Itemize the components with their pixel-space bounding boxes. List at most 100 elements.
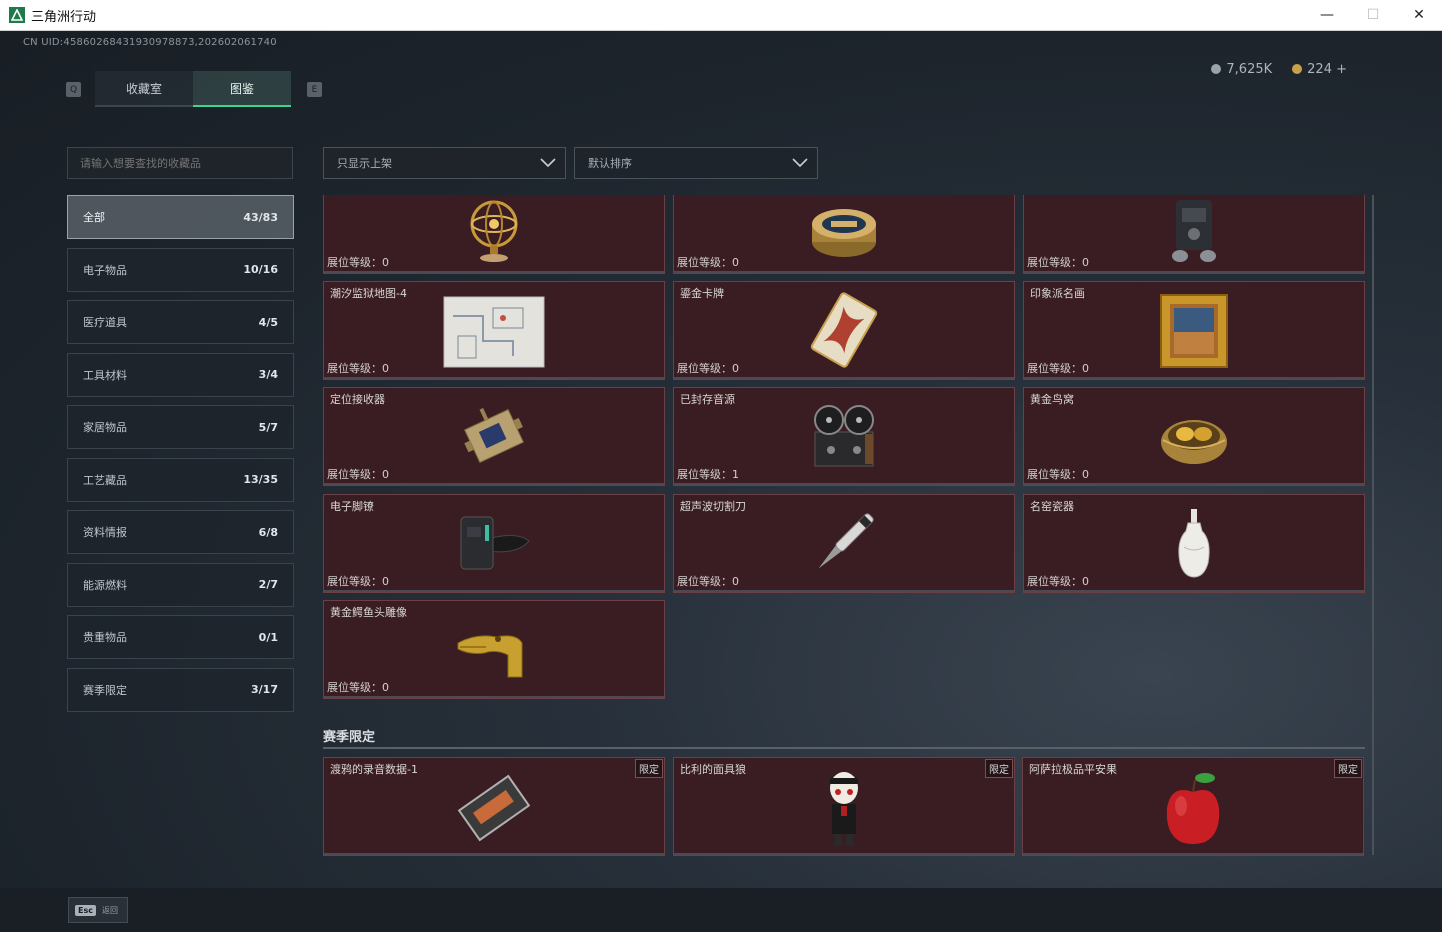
next-tab-key[interactable]: E [307, 82, 322, 97]
item-name: 定位接收器 [330, 393, 385, 406]
item-level: 展位等级：0 [1027, 256, 1089, 269]
item-level: 展位等级：0 [327, 468, 389, 481]
category-label: 医疗道具 [83, 316, 127, 329]
sort-dropdown[interactable]: 默认排序 [574, 147, 818, 179]
item-card[interactable]: 展位等级：0 [673, 195, 1015, 274]
category-label: 能源燃料 [83, 578, 127, 592]
item-name: 黄金鸟窝 [1030, 393, 1074, 406]
item-card[interactable]: 展位等级：0 [323, 195, 665, 274]
tab-catalog[interactable]: 图鉴 [193, 71, 291, 107]
item-name: 名窑瓷器 [1030, 500, 1074, 513]
category-all[interactable]: 全部 43/83 [67, 195, 294, 239]
armillary-sphere-icon [470, 200, 518, 262]
bottom-bar: Esc 返回 [0, 888, 1442, 932]
limited-badge: 限定 [635, 759, 663, 778]
item-card[interactable]: 展位等级：0 [1023, 195, 1365, 274]
shelf-filter-dropdown[interactable]: 只显示上架 [323, 147, 566, 179]
gold-coin-icon [1292, 64, 1303, 74]
category-season[interactable]: 赛季限定 3/17 [67, 667, 294, 712]
category-intel[interactable]: 资料情报 6/8 [67, 510, 294, 554]
prev-tab-key[interactable]: Q [66, 82, 81, 97]
category-medical[interactable]: 医疗道具 4/5 [67, 300, 294, 344]
category-crafts[interactable]: 工艺藏品 13/35 [67, 457, 294, 502]
item-name: 已封存音源 [680, 393, 735, 406]
item-level: 展位等级：0 [1027, 362, 1089, 375]
item-name: 鎏金卡牌 [680, 287, 724, 300]
limited-badge: 限定 [985, 759, 1013, 778]
item-card[interactable]: 超声波切割刀 展位等级：0 [673, 494, 1015, 593]
item-card[interactable]: 印象派名画 展位等级：0 [1023, 281, 1365, 380]
maximize-button[interactable]: ☐ [1350, 0, 1396, 30]
caviar-tin-icon [812, 209, 876, 257]
machine-icon [1172, 200, 1216, 262]
item-card[interactable]: 名窑瓷器 展位等级：0 [1023, 494, 1365, 593]
search-input[interactable] [67, 147, 293, 179]
category-count: 2/7 [258, 578, 278, 591]
item-name: 阿萨拉极品平安果 [1029, 763, 1117, 776]
uid-text: CN UID:45860268431930978873,202602061740 [23, 37, 277, 48]
receiver-icon [463, 407, 525, 464]
window-controls: — ☐ ✕ [1304, 0, 1442, 30]
item-card[interactable]: 电子脚镣 展位等级：0 [323, 494, 665, 593]
season-item-card[interactable]: 渡鸦的录音数据-1 限定 [323, 757, 665, 856]
item-card[interactable]: 潮汐监狱地图-4 展位等级：0 [323, 281, 665, 380]
category-count: 3/17 [251, 683, 278, 696]
collection-screen: CN UID:45860268431930978873,202602061740… [0, 31, 1442, 888]
window-title: 三角洲行动 [31, 9, 97, 25]
item-card[interactable]: 定位接收器 展位等级：0 [323, 387, 665, 486]
item-level: 展位等级：0 [327, 681, 389, 694]
item-level: 展位等级：0 [677, 362, 739, 375]
category-list: 全部 43/83 电子物品 10/16 医疗道具 4/5 工具材料 3/4 家居物品 5/… [67, 195, 294, 720]
category-count: 43/83 [243, 210, 278, 224]
item-card[interactable]: 鎏金卡牌 展位等级：0 [673, 281, 1015, 380]
category-valuables[interactable]: 贵重物品 0/1 [67, 615, 294, 659]
item-name: 比利的面具狼 [680, 763, 746, 776]
back-button[interactable]: Esc 返回 [68, 897, 128, 923]
item-level: 展位等级：0 [677, 256, 739, 269]
puppet-doll-icon [830, 772, 858, 846]
chevron-down-icon [792, 158, 808, 168]
category-label: 电子物品 [83, 263, 127, 277]
category-count: 13/35 [243, 473, 278, 486]
shelf-filter-value: 只显示上架 [337, 157, 392, 170]
item-level: 展位等级：0 [1027, 575, 1089, 588]
item-card[interactable]: 已封存音源 展位等级：1 [673, 387, 1015, 486]
chevron-down-icon [540, 158, 556, 168]
golden-nest-icon [1161, 420, 1227, 464]
category-count: 3/4 [258, 368, 278, 381]
reel-recorder-icon [814, 405, 874, 467]
item-card[interactable]: 黄金鳄鱼头雕像 展位等级：0 [323, 600, 665, 699]
season-section-title: 赛季限定 [323, 730, 376, 745]
season-item-card[interactable]: 比利的面具狼 限定 [673, 757, 1015, 856]
category-electronics[interactable]: 电子物品 10/16 [67, 247, 294, 292]
cutter-icon [818, 513, 874, 569]
close-button[interactable]: ✕ [1396, 0, 1442, 30]
card-icon [810, 292, 878, 368]
item-level: 展位等级：0 [327, 256, 389, 269]
back-label: 返回 [101, 905, 118, 915]
main-tabs: 收藏室 图鉴 [95, 71, 291, 107]
gold-currency[interactable]: 224 + [1292, 62, 1347, 77]
window-titlebar: 三角洲行动 — ☐ ✕ [0, 0, 1442, 31]
ankle-monitor-icon [460, 516, 530, 570]
category-household[interactable]: 家居物品 5/7 [67, 405, 294, 449]
item-name: 印象派名画 [1030, 287, 1085, 300]
item-name: 渡鸦的录音数据-1 [330, 763, 418, 776]
item-name: 黄金鳄鱼头雕像 [330, 606, 407, 619]
currency-bar: 7,625K 224 + [1211, 62, 1347, 77]
item-level: 展位等级：0 [1027, 468, 1089, 481]
category-label: 资料情报 [83, 526, 127, 539]
category-tools[interactable]: 工具材料 3/4 [67, 352, 294, 397]
minimize-button[interactable]: — [1304, 0, 1350, 30]
silver-currency: 7,625K [1211, 62, 1272, 77]
category-count: 6/8 [258, 525, 278, 539]
tab-collection-room[interactable]: 收藏室 [95, 71, 193, 107]
gold-amount: 224 + [1307, 62, 1347, 77]
item-card[interactable]: 黄金鸟窝 展位等级：0 [1023, 387, 1365, 486]
season-item-card[interactable]: 阿萨拉极品平安果 限定 [1022, 757, 1364, 856]
section-divider [323, 747, 1365, 749]
scrollbar[interactable] [1372, 195, 1374, 855]
category-energy[interactable]: 能源燃料 2/7 [67, 562, 294, 607]
category-label: 家居物品 [83, 421, 127, 434]
sort-value: 默认排序 [588, 157, 632, 170]
